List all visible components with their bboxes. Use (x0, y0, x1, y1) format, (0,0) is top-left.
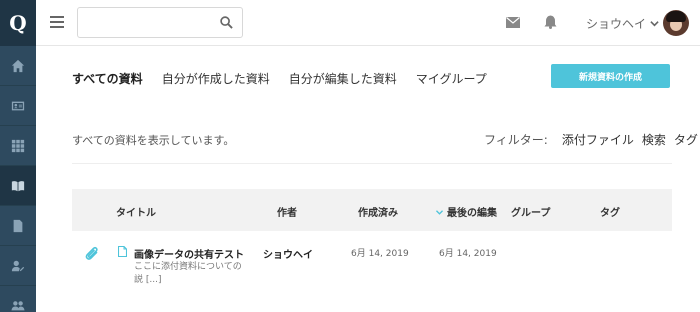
user-menu[interactable]: ショウヘイ (586, 0, 690, 46)
search-box (77, 7, 243, 38)
new-document-button[interactable]: 新規資料の作成 (551, 64, 670, 88)
filter-tags[interactable]: タグ (674, 131, 698, 148)
column-header-tag[interactable]: タグ (600, 204, 620, 219)
column-header-last-edited-label: 最後の編集 (447, 208, 497, 219)
sidebar-item-files[interactable] (0, 206, 36, 246)
top-bar: ショウヘイ (36, 0, 700, 46)
tab-all-documents[interactable]: すべての資料 (72, 70, 143, 87)
column-header-created[interactable]: 作成済み (358, 204, 398, 219)
document-title-link[interactable]: 画像データの共有テスト (134, 246, 244, 261)
table-header: タイトル 作者 作成済み 最後の編集 グループ タグ (72, 189, 672, 231)
document-filter-tabs: すべての資料 自分が作成した資料 自分が編集した資料 マイグループ (72, 70, 506, 87)
avatar[interactable] (663, 10, 690, 36)
paperclip-icon[interactable] (85, 246, 99, 261)
sidebar-item-apps[interactable] (0, 126, 36, 166)
chevron-down-icon (650, 20, 659, 26)
column-header-last-edited[interactable]: 最後の編集 (436, 204, 497, 219)
sort-desc-icon (436, 210, 443, 215)
id-card-icon (11, 101, 25, 110)
app-logo[interactable]: Q (0, 0, 36, 46)
column-header-group[interactable]: グループ (511, 204, 550, 219)
sidebar: Q (0, 0, 36, 312)
search-icon[interactable] (220, 16, 233, 29)
search-input[interactable] (78, 8, 213, 37)
column-header-title[interactable]: タイトル (116, 204, 156, 219)
user-name: ショウヘイ (586, 16, 647, 31)
book-icon (11, 180, 25, 191)
column-header-author[interactable]: 作者 (277, 204, 297, 219)
document-edited-date: 6月 14, 2019 (439, 249, 497, 259)
tab-my-created[interactable]: 自分が作成した資料 (162, 70, 270, 87)
filter-bar: フィルター: 添付ファイル 検索 タグ (484, 131, 698, 148)
sidebar-item-user-edit[interactable] (0, 246, 36, 286)
filter-label: フィルター: (484, 133, 548, 147)
document-icon (118, 246, 127, 257)
document-description: ここに添付資料についての説 [...] (134, 262, 242, 285)
sidebar-item-profile[interactable] (0, 86, 36, 126)
home-icon (11, 59, 25, 72)
sidebar-item-home[interactable] (0, 46, 36, 86)
document-icon (13, 219, 23, 232)
grid-icon (11, 139, 25, 152)
menu-toggle-icon[interactable] (50, 16, 64, 28)
tab-my-groups[interactable]: マイグループ (416, 70, 487, 87)
document-created-date: 6月 14, 2019 (351, 249, 409, 259)
bell-icon[interactable] (544, 15, 557, 29)
user-edit-icon (11, 260, 25, 271)
document-author[interactable]: ショウヘイ (263, 246, 313, 261)
tab-my-edited[interactable]: 自分が編集した資料 (289, 70, 397, 87)
mail-icon[interactable] (506, 17, 520, 28)
filter-search[interactable]: 検索 (642, 131, 666, 148)
filter-attachments[interactable]: 添付ファイル (562, 131, 634, 148)
listing-info-text: すべての資料を表示しています。 (72, 134, 235, 147)
sidebar-item-documents[interactable] (0, 166, 36, 206)
sidebar-item-users[interactable] (0, 286, 36, 312)
table-row[interactable]: 画像データの共有テスト ここに添付資料についての説 [...] ショウヘイ 6月… (72, 231, 672, 291)
users-icon (11, 300, 25, 310)
divider (72, 163, 672, 164)
